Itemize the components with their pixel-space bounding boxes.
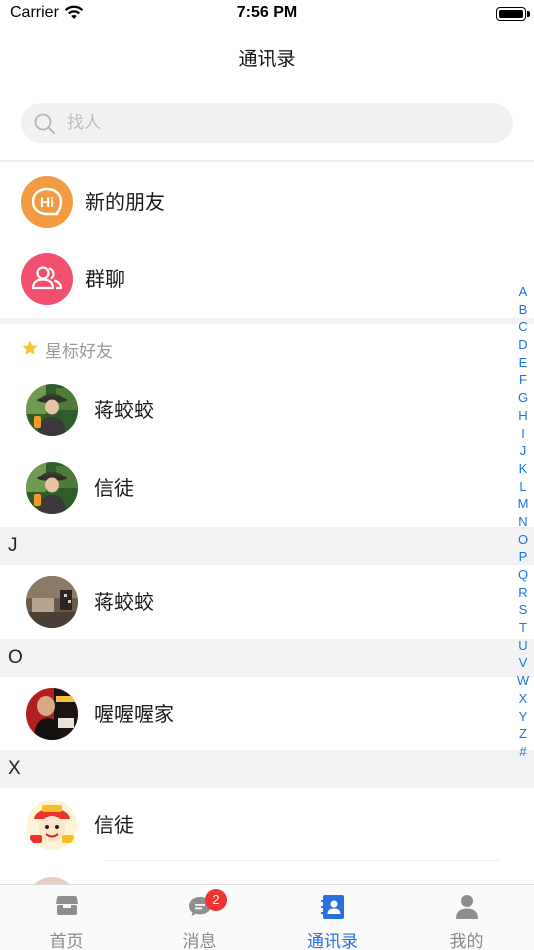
index-letter[interactable]: S xyxy=(516,601,530,619)
star-icon xyxy=(21,339,39,361)
index-letter[interactable]: H xyxy=(516,407,530,425)
section-letter: J xyxy=(8,535,18,556)
index-letter[interactable]: M xyxy=(516,495,530,513)
tab-label: 首页 xyxy=(49,932,84,950)
hi-bubble-icon: Hi xyxy=(21,176,73,228)
tab-profile[interactable]: 我的 xyxy=(400,885,533,950)
tab-bar: 首页 2 消息 通讯录 我的 xyxy=(0,884,534,950)
new-friends-label: 新的朋友 xyxy=(85,190,165,214)
section-header-x: X xyxy=(0,750,534,788)
contacts-icon xyxy=(320,894,346,924)
page-title: 通讯录 xyxy=(238,48,296,70)
status-bar: Carrier 7:56 PM xyxy=(0,0,534,30)
contact-row[interactable]: 信徒 xyxy=(0,449,520,527)
index-letter[interactable]: E xyxy=(516,354,530,372)
index-letter[interactable]: K xyxy=(516,460,530,478)
tab-label: 消息 xyxy=(182,932,217,950)
contact-name: 蒋蛟蛟 xyxy=(94,398,154,422)
tab-label: 我的 xyxy=(449,932,484,950)
contact-row[interactable]: 蒋蛟蛟 xyxy=(0,563,520,641)
index-letter[interactable]: T xyxy=(516,619,530,637)
contact-avatar xyxy=(26,462,78,514)
contact-name: 喔喔喔家 xyxy=(94,702,174,726)
unread-badge: 2 xyxy=(205,889,227,911)
contact-name: 信徒 xyxy=(94,476,134,500)
contact-name: 信徒 xyxy=(94,813,134,837)
new-friends-row[interactable]: Hi 新的朋友 xyxy=(0,163,520,241)
index-letter[interactable]: P xyxy=(516,548,530,566)
index-letter[interactable]: X xyxy=(516,690,530,708)
index-letter[interactable]: F xyxy=(516,371,530,389)
index-letter[interactable]: W xyxy=(516,672,530,690)
index-letter[interactable]: D xyxy=(516,336,530,354)
clock: 7:56 PM xyxy=(236,4,298,21)
index-letter[interactable]: L xyxy=(516,478,530,496)
contact-avatar xyxy=(26,688,78,740)
section-letter: X xyxy=(8,758,21,779)
index-letter[interactable]: J xyxy=(516,442,530,460)
battery-icon xyxy=(496,7,530,21)
tab-messages[interactable]: 2 消息 xyxy=(133,885,266,950)
section-header-o: O xyxy=(0,639,534,677)
divider xyxy=(104,860,500,861)
index-letter[interactable]: B xyxy=(516,301,530,319)
index-letter[interactable]: R xyxy=(516,584,530,602)
contact-avatar xyxy=(26,799,78,851)
index-letter[interactable]: # xyxy=(516,743,530,761)
tab-home[interactable]: 首页 xyxy=(0,885,133,950)
index-letter[interactable]: O xyxy=(516,531,530,549)
search-bar[interactable] xyxy=(21,103,513,143)
starred-header: 星标好友 xyxy=(0,331,520,365)
tab-contacts[interactable]: 通讯录 xyxy=(266,885,399,950)
index-letter[interactable]: Z xyxy=(516,725,530,743)
contact-name: 蒋蛟蛟 xyxy=(94,590,154,614)
group-chat-row[interactable]: 群聊 xyxy=(0,240,520,318)
divider xyxy=(0,160,534,162)
contact-avatar xyxy=(26,576,78,628)
index-letter[interactable]: V xyxy=(516,654,530,672)
starred-title: 星标好友 xyxy=(45,342,113,362)
home-icon xyxy=(54,894,80,922)
section-gap xyxy=(0,318,534,324)
search-icon xyxy=(33,112,57,140)
profile-icon xyxy=(455,894,479,924)
contact-row[interactable]: 蒋蛟蛟 xyxy=(0,371,520,449)
index-letter[interactable]: I xyxy=(516,425,530,443)
section-header-j: J xyxy=(0,527,534,565)
group-chat-label: 群聊 xyxy=(85,267,125,291)
alphabet-index[interactable]: A B C D E F G H I J K L M N O P Q R S T U V W X Y Z # xyxy=(516,283,530,761)
section-letter: O xyxy=(8,647,23,668)
contact-row[interactable]: 喔喔喔家 xyxy=(0,675,520,753)
group-icon xyxy=(21,253,73,305)
index-letter[interactable]: Y xyxy=(516,708,530,726)
index-letter[interactable]: U xyxy=(516,637,530,655)
index-letter[interactable]: G xyxy=(516,389,530,407)
tab-label: 通讯录 xyxy=(307,932,358,950)
index-letter[interactable]: Q xyxy=(516,566,530,584)
contact-avatar xyxy=(26,384,78,436)
index-letter[interactable]: A xyxy=(516,283,530,301)
index-letter[interactable]: N xyxy=(516,513,530,531)
search-input[interactable] xyxy=(67,103,487,143)
contact-row[interactable]: 信徒 xyxy=(0,786,520,864)
svg-text:Hi: Hi xyxy=(40,194,54,210)
index-letter[interactable]: C xyxy=(516,318,530,336)
